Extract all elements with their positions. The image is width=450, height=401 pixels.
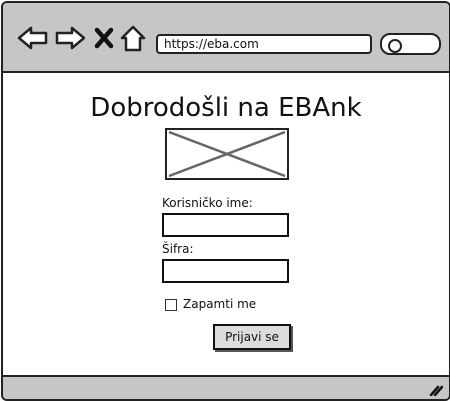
browser-toolbar: https://eba.com: [3, 3, 449, 73]
resize-handle-icon[interactable]: [429, 384, 443, 396]
password-input[interactable]: [162, 259, 289, 283]
password-label: Šifra:: [162, 242, 194, 256]
close-x-icon[interactable]: [93, 25, 115, 51]
search-bar[interactable]: [380, 33, 441, 55]
url-bar[interactable]: https://eba.com: [156, 34, 372, 54]
remember-me-checkbox[interactable]: [165, 299, 177, 311]
search-icon: [388, 39, 402, 53]
username-label: Korisničko ime:: [162, 196, 253, 210]
home-icon[interactable]: [120, 25, 146, 53]
back-arrow-icon[interactable]: [17, 25, 49, 51]
username-input[interactable]: [162, 213, 289, 237]
browser-window: https://eba.com Dobrodošli na EBAnk Kori…: [1, 1, 450, 401]
image-placeholder: [165, 128, 289, 180]
remember-me-label: Zapamti me: [183, 297, 257, 311]
login-button[interactable]: Prijavi se: [213, 324, 291, 350]
status-bar: [3, 375, 449, 399]
forward-arrow-icon[interactable]: [54, 25, 86, 51]
page-title: Dobrodošli na EBAnk: [90, 93, 362, 123]
